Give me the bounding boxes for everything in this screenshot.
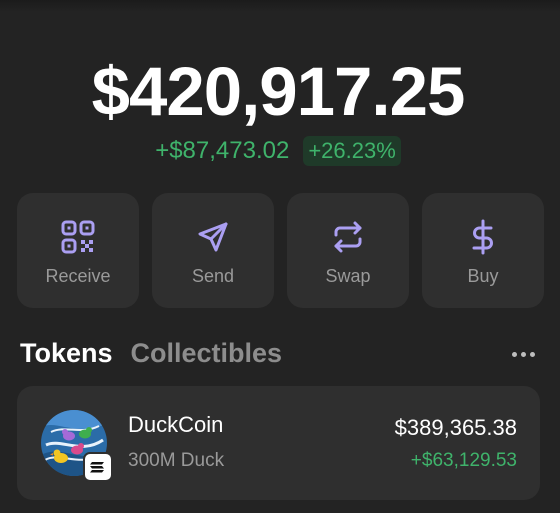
token-value: $389,365.38 xyxy=(394,415,517,440)
swap-arrows-icon xyxy=(330,219,366,255)
send-button[interactable]: Send xyxy=(152,193,274,308)
send-label: Send xyxy=(191,265,235,286)
token-row-duckcoin[interactable]: DuckCoin 300M Duck $389,365.38 +$63,129.… xyxy=(17,386,540,500)
balance-change-row: +$87,473.02 +26.23% xyxy=(0,136,556,166)
top-edge xyxy=(0,0,560,12)
swap-button[interactable]: Swap xyxy=(287,193,409,308)
buy-label: Buy xyxy=(467,265,499,286)
action-buttons: Receive Send Swap Buy xyxy=(17,193,544,308)
tab-collectibles[interactable]: Collectibles xyxy=(131,338,283,369)
buy-button[interactable]: Buy xyxy=(422,193,544,308)
token-amount: 300M Duck xyxy=(128,450,225,471)
more-dot xyxy=(529,351,535,357)
receive-label: Receive xyxy=(45,265,111,286)
balance-change-amount: +$87,473.02 xyxy=(155,137,290,164)
balance-change-percent-badge: +26.23% xyxy=(303,136,401,166)
total-balance: $420,917.25 xyxy=(91,53,466,130)
qr-code-icon xyxy=(60,219,96,255)
more-dot xyxy=(520,351,526,357)
more-horizontal-icon[interactable] xyxy=(506,344,540,364)
more-dot xyxy=(511,351,517,357)
solana-badge-icon xyxy=(83,452,113,482)
swap-label: Swap xyxy=(325,265,371,286)
dollar-icon xyxy=(465,219,501,255)
tab-tokens[interactable]: Tokens xyxy=(20,338,113,369)
token-name: DuckCoin xyxy=(128,412,224,437)
token-change: +$63,129.53 xyxy=(410,450,517,471)
asset-tabs: Tokens Collectibles xyxy=(20,338,282,369)
paper-plane-icon xyxy=(195,219,231,255)
receive-button[interactable]: Receive xyxy=(17,193,139,308)
